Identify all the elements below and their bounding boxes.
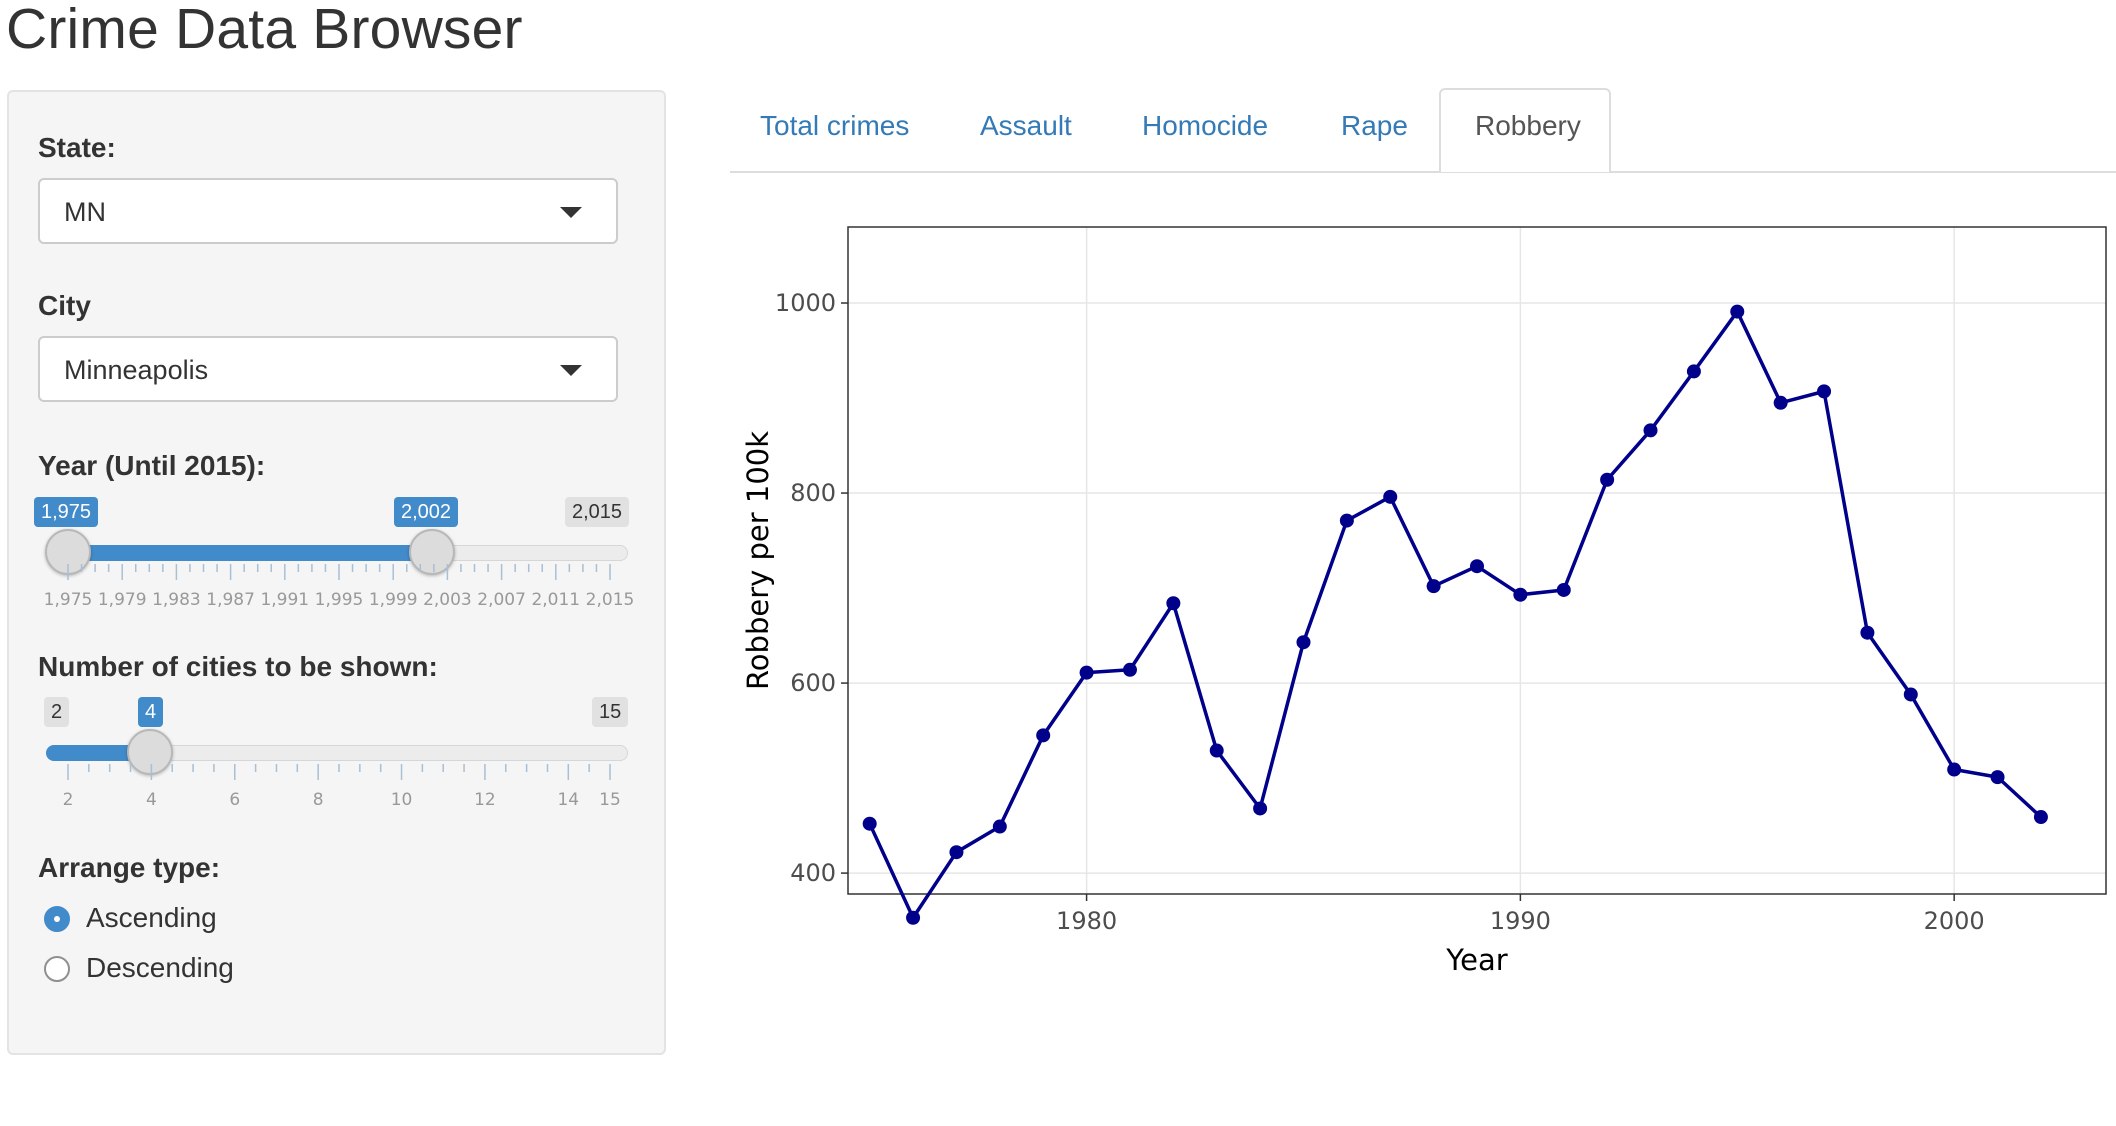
data-point (1209, 743, 1224, 758)
data-point (1339, 513, 1354, 528)
data-point (906, 910, 921, 925)
data-point (2033, 810, 2048, 825)
data-point (1122, 662, 1137, 677)
x-axis-label: Year (1445, 943, 1507, 977)
data-point (1296, 635, 1311, 650)
data-point (1166, 596, 1181, 611)
data-point (1773, 395, 1788, 410)
data-point (1600, 472, 1615, 487)
y-axis-label: Robbery per 100k (741, 431, 775, 690)
x-tick-label: 2000 (1924, 907, 1985, 935)
x-tick-label: 1990 (1490, 907, 1551, 935)
data-point (1383, 489, 1398, 504)
data-point (1860, 625, 1875, 640)
data-point (1643, 423, 1658, 438)
data-point (949, 845, 964, 860)
data-point (1686, 364, 1701, 379)
y-tick-label: 400 (790, 859, 836, 887)
data-point (1903, 687, 1918, 702)
data-point (1079, 665, 1094, 680)
data-point (1470, 559, 1484, 574)
data-point (1817, 384, 1832, 399)
robbery-line-chart: 1980 1990 2000 400 600 800 1000 Year Robbery per… (741, 226, 2107, 977)
x-tick-label: 1980 (1056, 907, 1117, 935)
data-point (1253, 801, 1268, 816)
y-tick-label: 800 (790, 479, 836, 507)
data-point (1990, 770, 2005, 785)
data-point (1036, 728, 1051, 743)
y-tick-label: 1000 (775, 289, 836, 317)
data-point (1426, 579, 1441, 594)
data-point (862, 816, 877, 831)
data-point (1556, 582, 1571, 597)
data-point (992, 819, 1007, 834)
data-point (1730, 304, 1745, 319)
y-tick-label: 600 (790, 669, 836, 697)
data-point (1513, 587, 1528, 602)
data-point (1947, 762, 1962, 777)
